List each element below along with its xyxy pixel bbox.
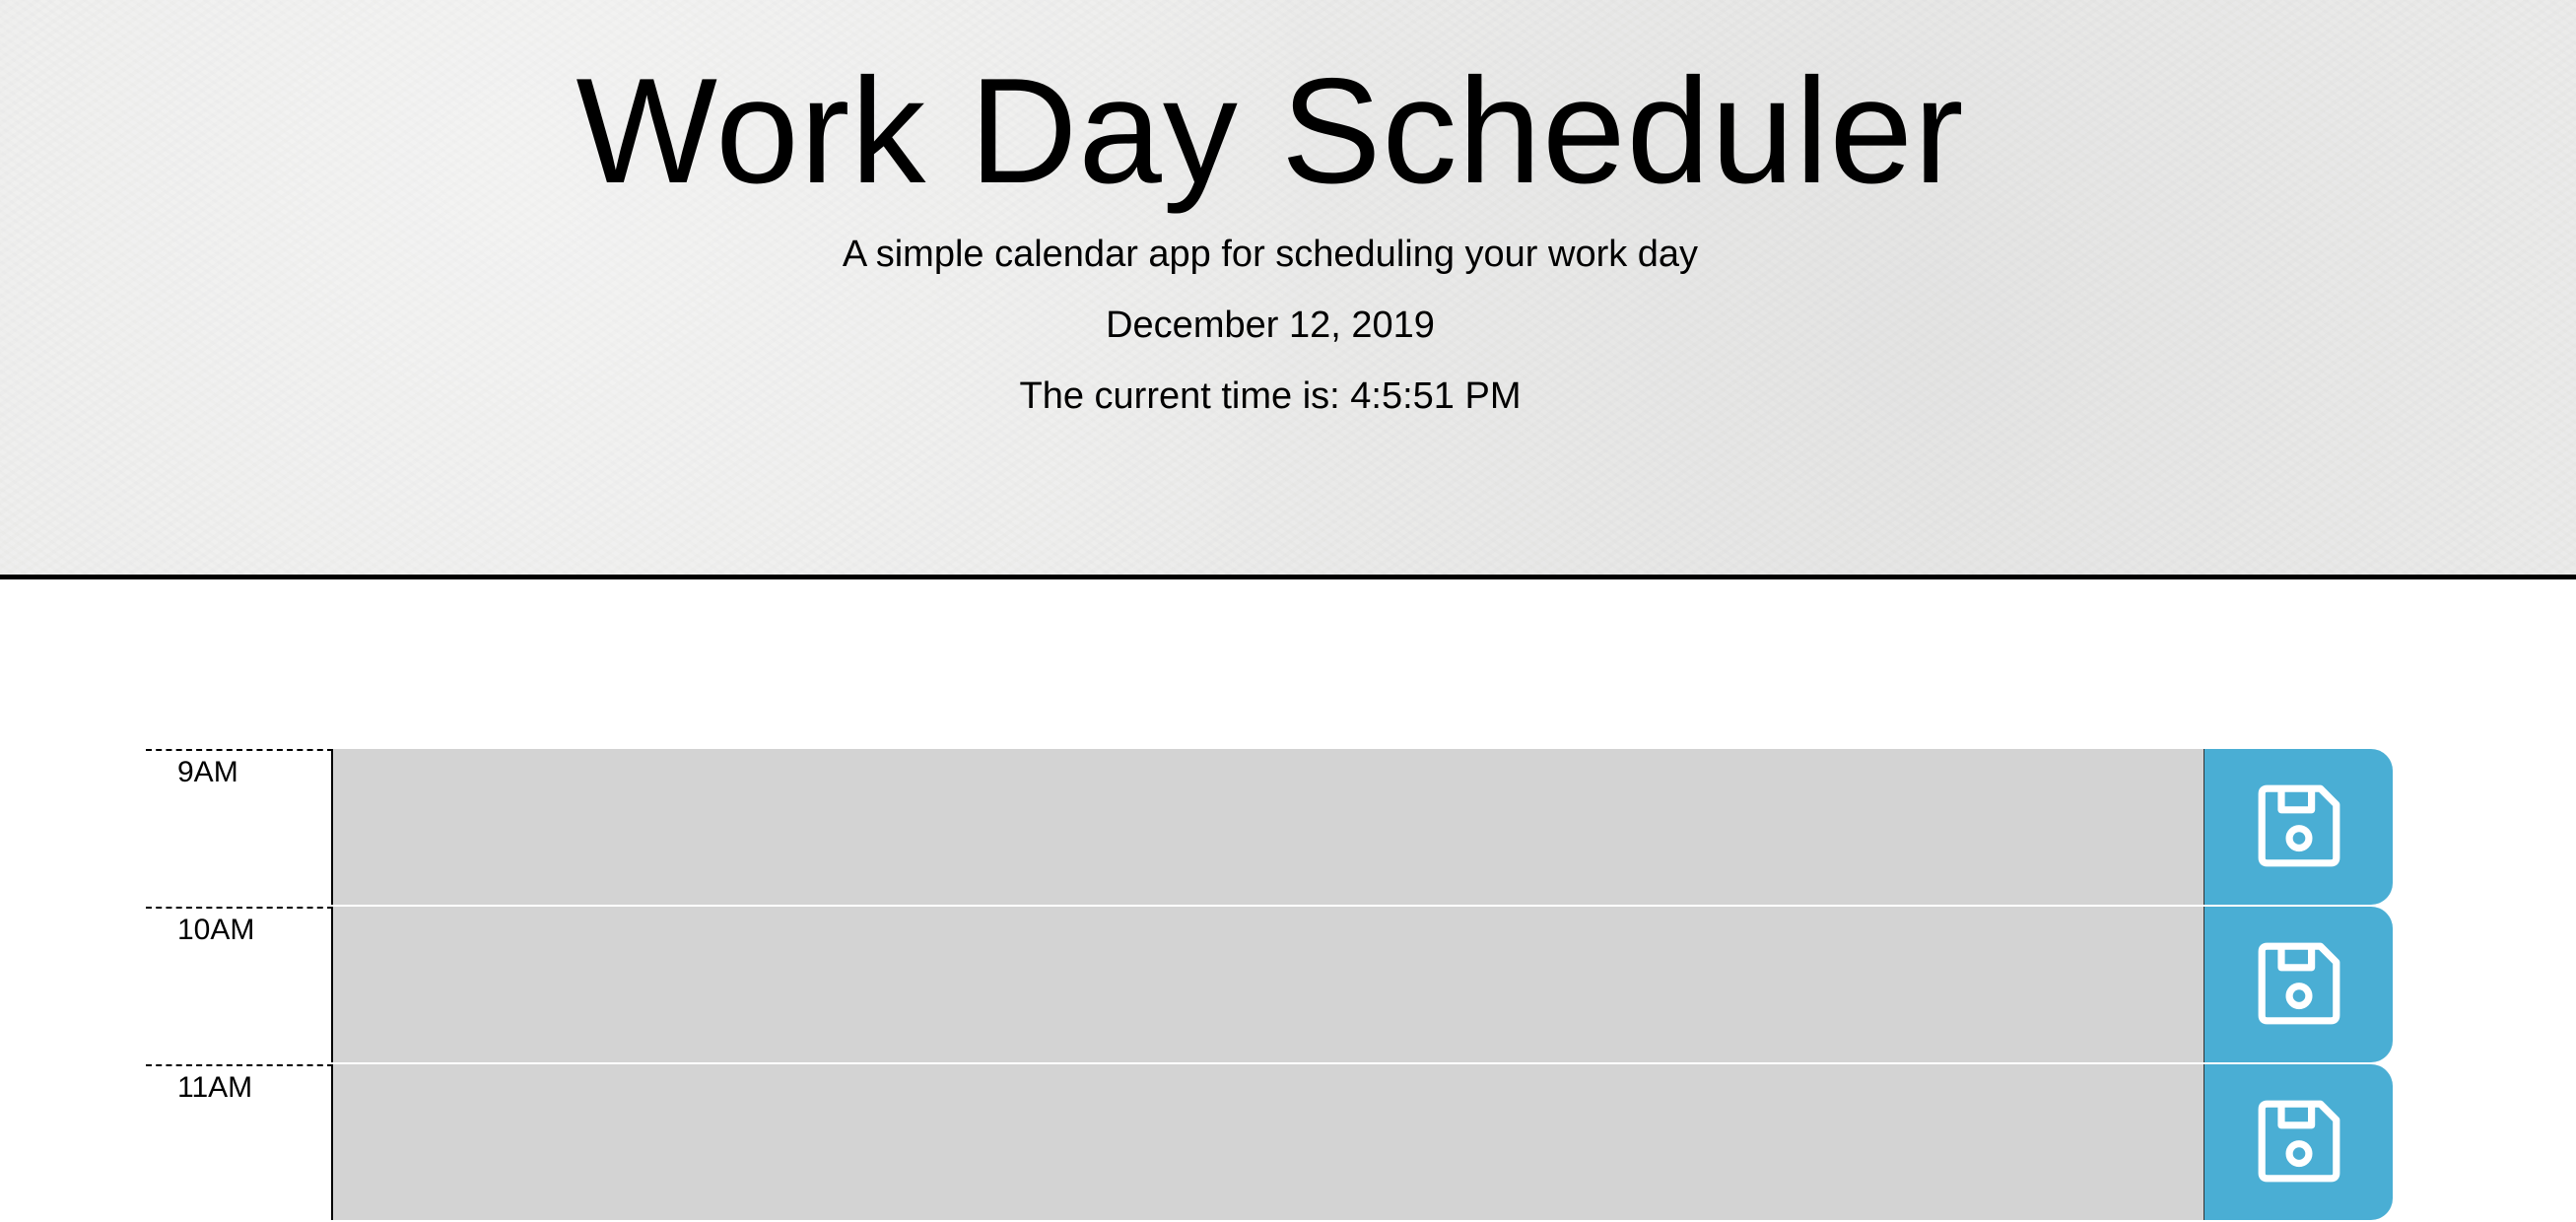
time-block-9am: 9AM [146, 749, 2395, 905]
hour-label: 11AM [146, 1064, 333, 1220]
page-title: Work Day Scheduler [576, 47, 1965, 215]
event-textarea-9am[interactable] [333, 749, 2204, 905]
time-block-11am: 11AM [146, 1064, 2395, 1220]
event-textarea-11am[interactable] [333, 1064, 2204, 1220]
page-subtitle: A simple calendar app for scheduling you… [842, 234, 1699, 275]
floppy-disk-icon [2255, 781, 2343, 873]
event-textarea-10am[interactable] [333, 907, 2204, 1062]
time-block-10am: 10AM [146, 907, 2395, 1062]
save-button-11am[interactable] [2204, 1064, 2393, 1220]
floppy-disk-icon [2255, 1097, 2343, 1188]
current-date: December 12, 2019 [1106, 305, 1435, 346]
hour-label: 9AM [146, 749, 333, 905]
floppy-disk-icon [2255, 939, 2343, 1031]
time-block-list: 9AM 10AM 11AM [146, 749, 2395, 1222]
header-jumbotron: Work Day Scheduler A simple calendar app… [0, 0, 2576, 579]
save-button-9am[interactable] [2204, 749, 2393, 905]
save-button-10am[interactable] [2204, 907, 2393, 1062]
current-time: The current time is: 4:5:51 PM [1019, 375, 1522, 417]
hour-label: 10AM [146, 907, 333, 1062]
